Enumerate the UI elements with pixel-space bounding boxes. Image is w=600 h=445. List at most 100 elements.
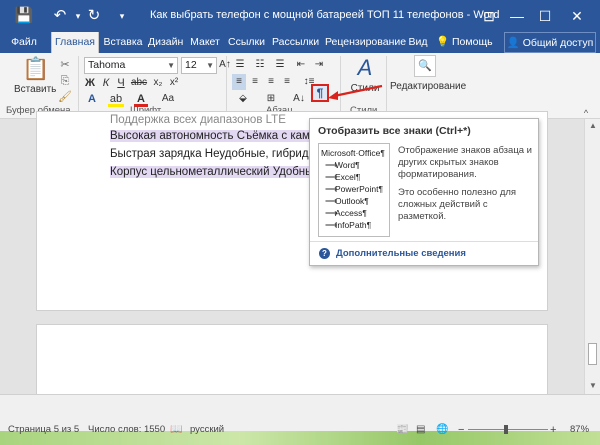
shading-icon[interactable]: ⬙ [234,91,252,107]
numbering-icon[interactable]: ☷ [252,57,268,73]
undo-icon[interactable]: ↶ [50,6,70,26]
tooltip-description: Отображение знаков абзаца и других скрыт… [398,145,532,180]
scroll-thumb[interactable] [588,343,597,365]
customize-icon[interactable]: ▾ [112,6,132,26]
preview-line: Excel¶ [335,172,361,182]
title-bar: 💾 ↶ ▾ ↻ ▾ Как выбрать телефон с мощной б… [0,0,600,32]
cut-icon[interactable]: ✂ [58,57,72,73]
preview-line: Access¶ [335,208,367,218]
document-line: Корпус цельнометаллический Удобные ф [110,166,333,178]
read-mode-icon[interactable]: 📰 [396,424,408,435]
tab-review[interactable]: Рецензирование [325,32,406,53]
page-indicator[interactable]: Страница 5 из 5 [8,424,79,435]
minimize-icon[interactable]: — [504,4,530,28]
preview-line: Outlook¶ [335,196,369,206]
tab-arrow-icon: ⟶ [325,196,338,206]
format-painter-icon[interactable]: 🖌 [58,89,72,105]
more-info-link[interactable]: ? Дополнительные сведения [310,241,538,265]
increase-indent-icon[interactable]: ⇥ [312,57,326,73]
justify-icon[interactable]: ≡ [280,74,294,90]
document-line: Высокая автономность Съёмка с камеры т [110,130,340,142]
copy-icon[interactable]: ⎘ [58,73,72,89]
status-bar: Страница 5 из 5 Число слов: 1550 📖 русск… [0,394,600,445]
preview-line: PowerPoint¶ [335,184,384,194]
strikethrough-icon[interactable]: abc [130,75,148,91]
tab-home[interactable]: Главная [51,32,99,53]
tooltip-title: Отобразить все знаки (Ctrl+*) [318,125,471,137]
multilevel-list-icon[interactable]: ☰ [272,57,288,73]
ribbon-display-icon[interactable]: ⊡ [476,4,502,28]
tooltip: Отобразить все знаки (Ctrl+*) Microsoft·… [309,118,539,266]
scroll-up-icon[interactable]: ▲ [589,121,597,130]
preview-line: Word¶ [335,160,360,170]
ribbon-tabs: Файл Главная Вставка Дизайн Макет Ссылки… [0,32,600,53]
scroll-down-icon[interactable]: ▼ [589,381,597,390]
tab-arrow-icon: ⟶ [325,184,338,194]
paste-button[interactable]: Вставить [14,82,56,98]
proofing-icon[interactable]: 📖 [170,424,182,435]
tab-design[interactable]: Дизайн [148,32,183,53]
align-right-icon[interactable]: ≡ [264,74,278,90]
window-title: Как выбрать телефон с мощной батареей ТО… [150,9,500,21]
tab-layout[interactable]: Макет [188,32,222,53]
zoom-slider-thumb[interactable] [504,425,508,434]
align-center-icon[interactable]: ≡ [248,74,262,90]
tab-references[interactable]: Ссылки [228,32,265,53]
preview-line: Microsoft·Office¶ [321,148,385,158]
align-left-icon[interactable]: ≡ [232,74,246,90]
styles-icon[interactable]: A [352,55,378,81]
font-name-value: Tahoma [88,59,126,71]
document-line: Быстрая зарядка Неудобные, гибридные с [110,148,339,160]
user-icon: 👤 [506,37,520,49]
help-search[interactable]: 💡 Помощь [436,32,493,53]
text-effects-icon[interactable]: A [84,91,100,107]
tab-file[interactable]: Файл [6,32,42,53]
tab-view[interactable]: Вид [406,32,430,53]
page [36,324,548,404]
close-icon[interactable]: ✕ [564,4,590,28]
language-indicator[interactable]: русский [190,424,224,435]
maximize-icon[interactable]: ☐ [532,4,558,28]
word-count[interactable]: Число слов: 1550 [88,424,165,435]
zoom-out-icon[interactable]: − [458,424,464,436]
annotation-arrow [328,84,383,100]
font-size-combo[interactable]: 12 ▼ [181,57,217,74]
tab-insert[interactable]: Вставка [103,32,143,53]
highlight-icon[interactable]: ab [108,91,124,107]
print-layout-icon[interactable]: ▤ [416,424,425,435]
vertical-scrollbar[interactable]: ▲ ▼ [584,119,600,394]
chevron-down-icon: ▼ [206,61,214,70]
help-label: Помощь [452,36,493,48]
underline-button[interactable]: Ч [115,75,127,91]
preview-line: InfoPath¶ [335,220,372,230]
bold-button[interactable]: Ж [84,75,96,91]
share-button[interactable]: 👤 Общий доступ [504,32,596,53]
italic-button[interactable]: К [100,75,112,91]
superscript-icon[interactable]: x² [166,75,182,91]
tab-arrow-icon: ⟶ [325,208,338,218]
sort-icon[interactable]: A↓ [292,91,306,107]
redo-icon[interactable]: ↻ [84,6,104,26]
tab-mailings[interactable]: Рассылки [272,32,319,53]
search-icon[interactable]: 🔍 [414,55,436,77]
font-name-combo[interactable]: Tahoma ▼ [84,57,178,74]
tooltip-preview: Microsoft·Office¶ ⟶Word¶ ⟶Excel¶ ⟶PowerP… [318,143,390,237]
separator [226,56,227,114]
change-case-icon[interactable]: Aa [160,91,176,107]
zoom-in-icon[interactable]: + [550,424,556,436]
grow-font-icon[interactable]: A↑ [219,57,231,73]
paste-icon[interactable]: 📋 [22,56,49,82]
web-layout-icon[interactable]: 🌐 [436,424,448,435]
editing-button[interactable]: Редактирование [390,79,466,95]
separator [386,56,387,114]
tab-arrow-icon: ⟶ [325,160,338,170]
subscript-icon[interactable]: x₂ [150,75,166,91]
document-line: Поддержка всех диапазонов LTE [110,114,286,126]
zoom-slider[interactable] [468,429,548,430]
bullets-icon[interactable]: ☰ [232,57,248,73]
lightbulb-icon: 💡 [436,36,450,48]
decrease-indent-icon[interactable]: ⇤ [294,57,308,73]
save-icon[interactable]: 💾 [14,6,34,26]
tooltip-description: Это особенно полезно для сложных действи… [398,187,517,222]
zoom-level[interactable]: 87% [570,424,589,435]
